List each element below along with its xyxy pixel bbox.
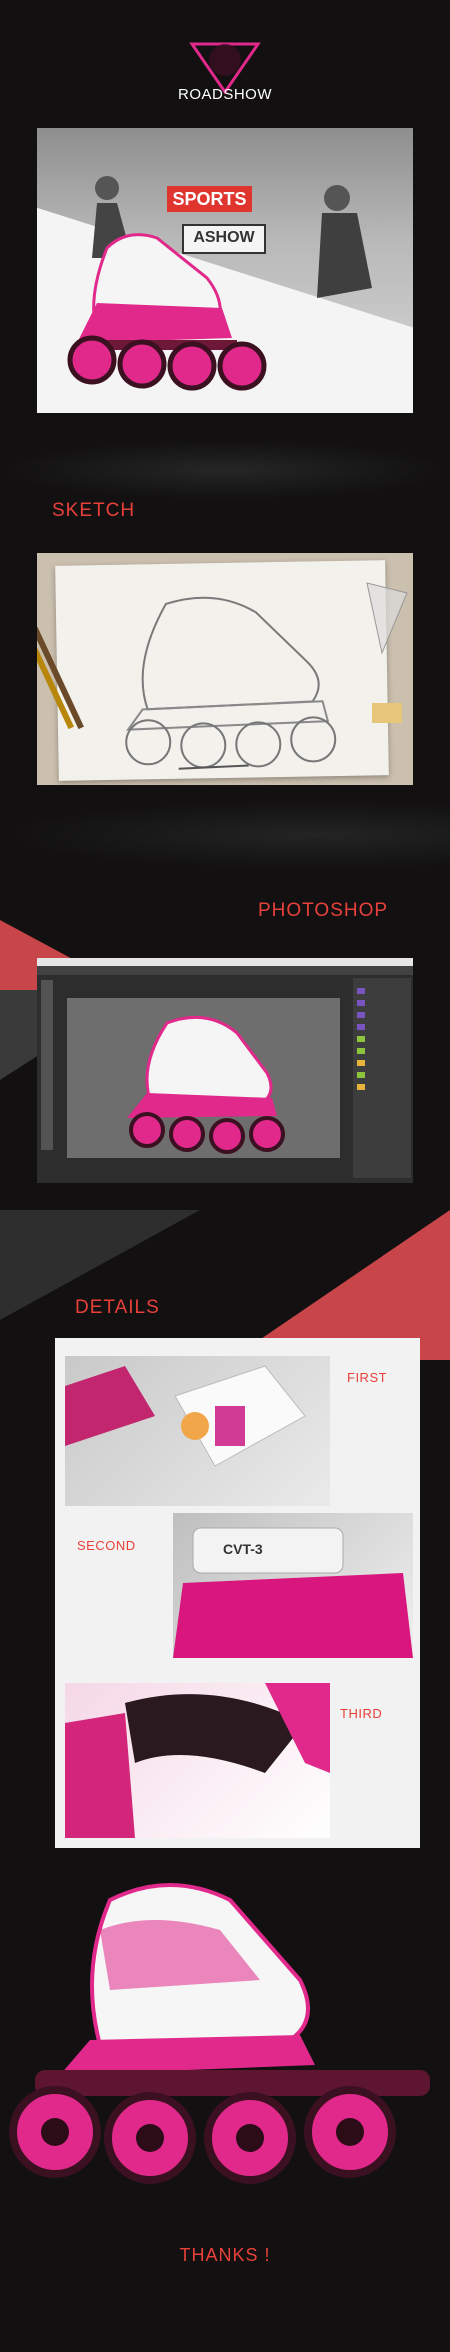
ps-layer-swatches	[357, 988, 365, 1090]
detail-label-second: SECOND	[77, 1538, 136, 1553]
ps-toolbar	[41, 980, 53, 1150]
detail-third-render	[65, 1683, 330, 1838]
photoshop-screenshot	[37, 958, 413, 1183]
dark-wheel-shadow-2	[0, 800, 450, 870]
ps-canvas	[67, 998, 340, 1158]
pink-skate-render	[67, 233, 267, 391]
detail-second-render	[173, 1527, 413, 1658]
pencils-icon	[37, 582, 408, 730]
ps-menu-bar	[37, 958, 413, 966]
ps-layers-panel	[353, 978, 411, 1178]
model-label: CVT-3	[223, 1541, 263, 1557]
final-skate-render	[9, 1883, 430, 2184]
detail-first-render	[65, 1365, 306, 1467]
detail-image-second: CVT-3	[173, 1513, 413, 1658]
details-panel: FIRST SECOND CVT-3 THIRD	[55, 1338, 420, 1848]
header-logo: ROADSHOW	[0, 30, 450, 110]
hero-banner: SPORTS ASHOW	[37, 128, 413, 413]
section-title-sketch: SKETCH	[52, 500, 136, 521]
detail-image-first	[65, 1356, 330, 1506]
dark-wheel-shadow	[0, 440, 450, 500]
section-title-details: DETAILS	[75, 1297, 160, 1318]
sketch-image	[37, 553, 413, 785]
detail-image-third	[65, 1683, 330, 1838]
brand-name: ROADSHOW	[178, 86, 272, 103]
section-title-photoshop: PHOTOSHOP	[258, 900, 389, 921]
detail-label-third: THIRD	[340, 1706, 383, 1721]
pink-skate-render-ps	[127, 1015, 285, 1154]
detail-label-first: FIRST	[347, 1370, 388, 1385]
ps-options-bar	[37, 966, 413, 975]
thanks-text: THANKS !	[179, 2245, 271, 2265]
